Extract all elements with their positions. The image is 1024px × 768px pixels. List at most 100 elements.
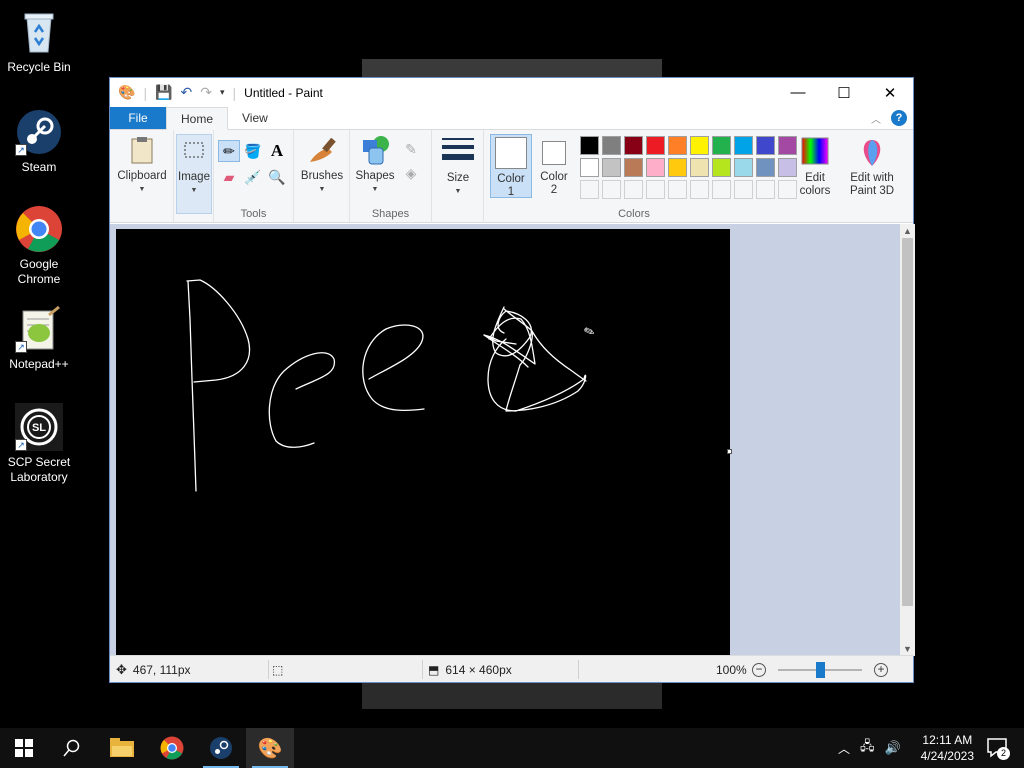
maximize-button[interactable]: ☐ — [821, 78, 867, 107]
desktop-icon-recycle-bin[interactable]: Recycle Bin — [4, 8, 74, 75]
tools-group-label: Tools — [240, 208, 267, 220]
color1-button[interactable]: Color 1 — [490, 134, 532, 198]
desktop-icon-notepad-plus-plus[interactable]: ↗ Notepad++ — [4, 305, 74, 372]
image-button[interactable]: Image ▼ — [176, 134, 212, 214]
taskbar-chrome[interactable] — [148, 728, 196, 768]
desktop-icon-scp-sl[interactable]: SL ↗ SCP Secret Laboratory — [4, 403, 74, 485]
desktop-icon-chrome[interactable]: Google Chrome — [4, 205, 74, 287]
network-icon[interactable]: 🖧 — [860, 737, 875, 759]
zoom-out-icon[interactable]: − — [752, 662, 766, 677]
pencil-icon[interactable]: ✏ — [218, 140, 240, 162]
custom-color-slot[interactable] — [756, 180, 775, 199]
shortcut-arrow-icon: ↗ — [15, 439, 27, 451]
zoom-slider-thumb[interactable] — [816, 662, 825, 678]
palette-swatch[interactable] — [712, 158, 731, 177]
notification-center-button[interactable]: 2 — [986, 736, 1010, 760]
palette-swatch[interactable] — [646, 136, 665, 155]
zoom-in-icon[interactable]: + — [874, 662, 888, 677]
drawing-canvas[interactable] — [116, 229, 730, 656]
redo-icon[interactable]: ↷ — [200, 84, 212, 101]
tab-file[interactable]: File — [110, 107, 166, 129]
chrome-icon — [15, 205, 63, 253]
help-icon[interactable]: ? — [891, 110, 907, 126]
undo-icon[interactable]: ↶ — [181, 84, 193, 101]
custom-color-slot[interactable] — [602, 180, 621, 199]
selection-size-icon: ⬚ — [272, 662, 284, 677]
eraser-icon[interactable]: ▰ — [218, 166, 240, 188]
palette-swatch[interactable] — [756, 136, 775, 155]
tab-view[interactable]: View — [228, 107, 282, 129]
taskbar-steam[interactable] — [197, 728, 245, 768]
scroll-down-icon[interactable]: ▼ — [900, 642, 915, 656]
color2-button[interactable]: Color 2 — [534, 137, 574, 197]
show-hidden-icons-icon[interactable]: ︿ — [838, 740, 850, 757]
paint-app-icon: 🎨 — [118, 84, 136, 100]
folder-icon — [110, 738, 134, 757]
palette-swatch[interactable] — [712, 136, 731, 155]
color-picker-icon[interactable]: 💉 — [242, 166, 264, 188]
search-button[interactable] — [48, 728, 96, 768]
palette-swatch[interactable] — [602, 158, 621, 177]
desktop-icon-steam[interactable]: ↗ Steam — [4, 108, 74, 175]
vertical-scrollbar[interactable]: ▲ ▼ — [900, 224, 915, 656]
size-button[interactable]: Size ▼ — [436, 136, 480, 198]
custom-color-slot[interactable] — [690, 180, 709, 199]
palette-swatch[interactable] — [734, 136, 753, 155]
outline-icon[interactable]: ✎ — [400, 138, 422, 160]
custom-color-slot[interactable] — [712, 180, 731, 199]
palette-swatch[interactable] — [624, 136, 643, 155]
start-button[interactable] — [0, 728, 48, 768]
palette-swatch[interactable] — [580, 136, 599, 155]
taskbar-paint[interactable]: 🎨 — [246, 728, 294, 768]
palette-swatch[interactable] — [646, 158, 665, 177]
palette-swatch[interactable] — [756, 158, 775, 177]
collapse-ribbon-icon[interactable]: ︿ — [871, 111, 881, 126]
fill-icon[interactable]: 🪣 — [242, 140, 264, 162]
color1-swatch — [495, 137, 527, 169]
resize-handle-right[interactable] — [727, 449, 732, 454]
volume-icon[interactable]: 🔊 — [885, 740, 901, 756]
quick-access-toolbar: 🎨 | 💾 ↶ ↷ ▾ | — [118, 84, 237, 101]
window-title: Untitled - Paint — [244, 85, 323, 100]
edit-colors-button[interactable]: Edit colors — [792, 136, 838, 198]
custom-color-slot[interactable] — [646, 180, 665, 199]
tab-home[interactable]: Home — [166, 107, 229, 130]
palette-swatch[interactable] — [668, 136, 687, 155]
custom-color-slot[interactable] — [734, 180, 753, 199]
edit-with-paint3d-button[interactable]: Edit with Paint 3D — [844, 136, 900, 198]
palette-swatch[interactable] — [624, 158, 643, 177]
steam-icon — [210, 737, 232, 759]
taskbar-file-explorer[interactable] — [98, 728, 146, 768]
custom-color-slot[interactable] — [580, 180, 599, 199]
scrollbar-thumb[interactable] — [902, 238, 913, 606]
minimize-button[interactable]: — — [775, 78, 821, 107]
palette-swatch[interactable] — [602, 136, 621, 155]
palette-swatch[interactable] — [734, 158, 753, 177]
palette-swatch[interactable] — [668, 158, 687, 177]
shapes-button[interactable]: Shapes ▼ — [352, 134, 398, 196]
text-tool-icon[interactable]: A — [266, 140, 288, 162]
cursor-position: 467, 111px — [132, 662, 191, 677]
size-group: Size ▼ — [432, 130, 484, 223]
palette-swatch[interactable] — [690, 136, 709, 155]
scroll-up-icon[interactable]: ▲ — [900, 224, 915, 238]
custom-color-slot[interactable] — [624, 180, 643, 199]
palette-swatch[interactable] — [580, 158, 599, 177]
palette-swatch[interactable] — [690, 158, 709, 177]
shape-fill-icon[interactable]: ◈ — [400, 162, 422, 184]
brushes-button[interactable]: Brushes ▼ — [296, 134, 348, 196]
magnifier-icon[interactable]: 🔍 — [266, 166, 288, 188]
clock[interactable]: 12:11 AM 4/24/2023 — [921, 732, 974, 764]
customize-qat-icon[interactable]: ▾ — [220, 87, 225, 98]
ribbon: Clipboard ▼ Image ▼ ✏ 🪣 A ▰ 💉 🔍 Tools Br… — [110, 130, 913, 223]
close-button[interactable]: ✕ — [867, 78, 913, 107]
image-group: Image ▼ — [174, 130, 214, 223]
custom-color-slot[interactable] — [668, 180, 687, 199]
save-icon[interactable]: 💾 — [155, 84, 172, 101]
ribbon-tabs: File Home View ︿ ? — [110, 107, 913, 130]
color2-swatch — [542, 141, 566, 165]
shortcut-arrow-icon: ↗ — [15, 341, 27, 353]
title-bar: 🎨 | 💾 ↶ ↷ ▾ | Untitled - Paint — ☐ ✕ — [110, 78, 913, 107]
clipboard-button[interactable]: Clipboard ▼ — [114, 134, 170, 196]
paint-window: 🎨 | 💾 ↶ ↷ ▾ | Untitled - Paint — ☐ ✕ Fil… — [109, 77, 915, 683]
